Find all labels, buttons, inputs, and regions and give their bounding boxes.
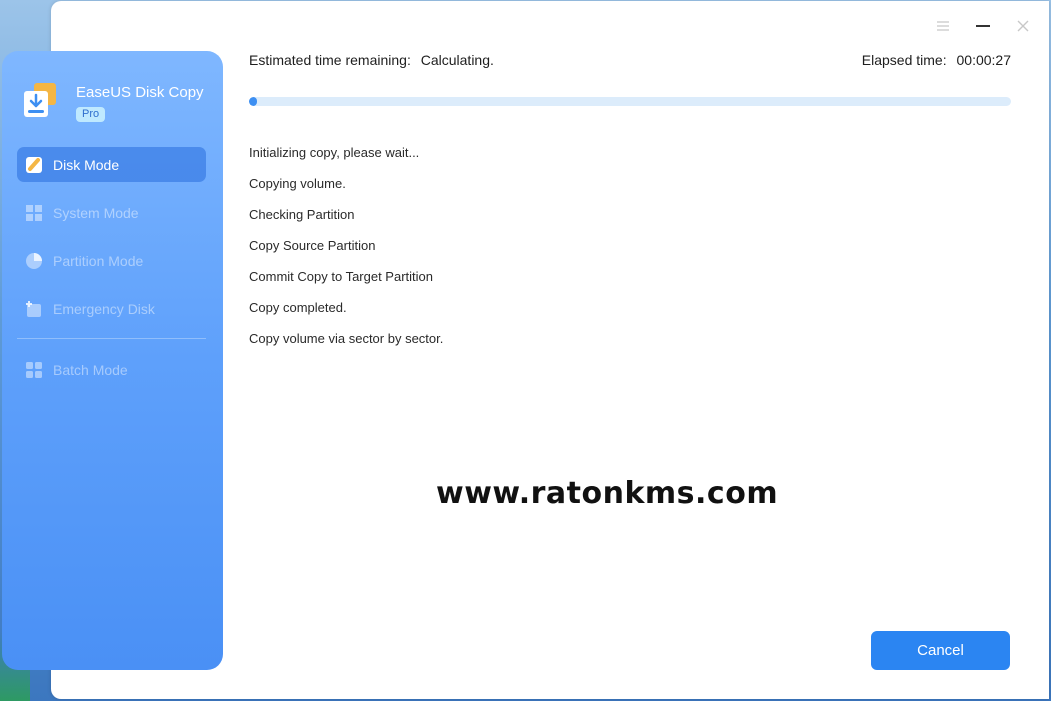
log-line: Copy Source Partition: [249, 238, 376, 253]
menu-button[interactable]: [931, 14, 955, 38]
edition-badge: Pro: [76, 107, 106, 122]
log-line: Copy completed.: [249, 300, 347, 315]
emergency-disk-icon: [26, 300, 41, 317]
sidebar-item-batch-mode[interactable]: Batch Mode: [17, 352, 206, 387]
close-icon: [1017, 20, 1029, 32]
sidebar-item-partition-mode[interactable]: Partition Mode: [17, 243, 206, 278]
log-line: Checking Partition: [249, 207, 355, 222]
time-remaining: Estimated time remaining: Calculating.: [249, 52, 494, 68]
watermark-text: www.ratonkms.com: [436, 476, 779, 511]
brand: EaseUS Disk Copy Pro: [22, 80, 212, 128]
sidebar-item-emergency-disk[interactable]: Emergency Disk: [17, 291, 206, 326]
copy-log: Initializing copy, please wait... Copyin…: [249, 143, 443, 360]
minimize-icon: [976, 25, 990, 27]
cancel-button[interactable]: Cancel: [871, 631, 1010, 670]
sidebar-item-label: Disk Mode: [53, 156, 120, 173]
elapsed-time-label: Elapsed time:: [861, 52, 947, 68]
log-line: Initializing copy, please wait...: [249, 145, 420, 160]
elapsed-time: Elapsed time: 00:00:27: [862, 52, 1011, 68]
app-logo-icon: [24, 83, 56, 117]
log-line: Commit Copy to Target Partition: [249, 269, 433, 284]
windows-icon: [26, 204, 42, 221]
sidebar-item-label: Batch Mode: [53, 361, 128, 378]
time-remaining-value: Calculating.: [420, 52, 494, 68]
sidebar-divider: [17, 338, 206, 339]
sidebar-item-label: Partition Mode: [53, 252, 144, 269]
sidebar-item-label: Emergency Disk: [53, 300, 155, 317]
app-name: EaseUS Disk Copy: [76, 84, 204, 101]
close-button[interactable]: [1011, 14, 1035, 38]
copy-progress-bar: [249, 97, 1011, 106]
sidebar-item-disk-mode[interactable]: Disk Mode: [17, 147, 206, 182]
log-line: Copy volume via sector by sector.: [249, 331, 444, 346]
sidebar-item-system-mode[interactable]: System Mode: [17, 195, 206, 230]
pie-chart-icon: [26, 252, 42, 269]
minimize-button[interactable]: [971, 14, 995, 38]
log-line: Copying volume.: [249, 176, 346, 191]
time-remaining-label: Estimated time remaining:: [249, 52, 411, 68]
sidebar-item-label: System Mode: [53, 204, 139, 221]
menu-icon: [937, 21, 949, 31]
elapsed-time-value: 00:00:27: [956, 52, 1012, 68]
disk-mode-icon: [26, 156, 42, 173]
grid-icon: [26, 361, 42, 378]
copy-progress-fill: [249, 97, 257, 106]
